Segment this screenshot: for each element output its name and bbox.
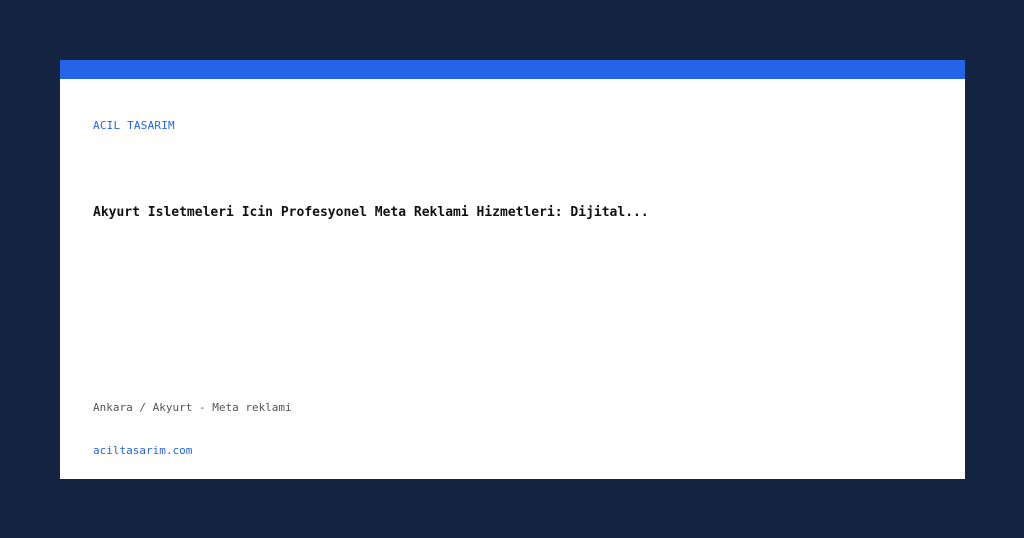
preview-card[interactable]: ACIL TASARIM Akyurt Isletmeleri Icin Pro… — [60, 60, 965, 479]
location-category: Ankara / Akyurt - Meta reklami — [93, 401, 292, 414]
headline[interactable]: Akyurt Isletmeleri Icin Profesyonel Meta… — [93, 205, 649, 220]
site-domain-link[interactable]: aciltasarim.com — [93, 444, 192, 457]
brand-name: ACIL TASARIM — [93, 119, 175, 132]
accent-bar — [60, 60, 965, 79]
